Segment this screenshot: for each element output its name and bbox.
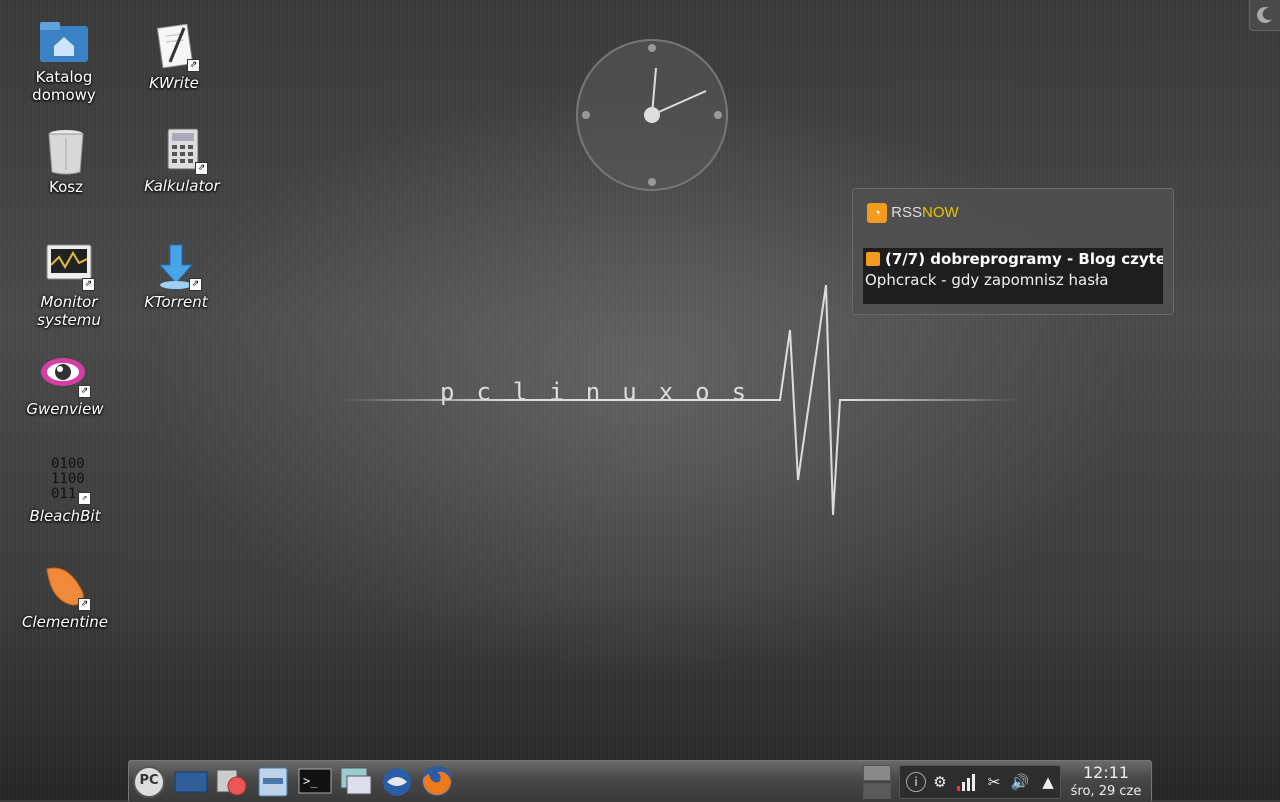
desktop-toolbox-button[interactable] <box>1249 0 1280 31</box>
terminal-icon: >_ <box>298 768 332 794</box>
desktop-icon-ktorrent[interactable]: ⇗ KTorrent <box>126 243 226 311</box>
taskbar-terminal[interactable]: >_ <box>297 764 333 798</box>
rss-logo-part-a: RSS <box>891 203 923 221</box>
rss-now-widget[interactable]: ◔ RSSNOW (7/7) dobreprogramy - Blog czyt… <box>852 188 1174 315</box>
desktop-icon-kalkulator[interactable]: ⇗ Kalkulator <box>132 127 232 195</box>
clipboard-scissors-icon[interactable]: ✂ <box>984 772 1004 792</box>
package-manager-icon <box>216 769 247 796</box>
rss-item-icon <box>866 252 880 266</box>
expand-tray-arrow-icon[interactable]: ▲ <box>1038 772 1058 792</box>
kwrite-icon: ⇗ <box>148 23 200 72</box>
folder-home-icon <box>38 18 90 66</box>
wallpaper-logo-text: pclinuxos <box>440 378 768 406</box>
toolbox-icon <box>1257 6 1272 23</box>
taskbar: PC >_ i ⚙ ✂ 🔊 ▲ 12:11 śro, 29 cze <box>128 760 1152 801</box>
rss-now-logo: ◔ RSSNOW <box>867 203 959 223</box>
info-icon[interactable]: i <box>906 772 926 792</box>
desktop-icon-system-monitor[interactable]: ⇗ Monitor systemu <box>19 243 119 329</box>
desktop-icon-label: Monitor systemu <box>37 293 101 329</box>
shortcut-arrow-icon: ⇗ <box>195 162 208 175</box>
wallpaper-logo: pclinuxos <box>340 284 1020 516</box>
calculator-icon: ⇗ <box>156 127 208 175</box>
rss-feed-title[interactable]: (7/7) dobreprogramy - Blog czyteln <box>885 250 1163 268</box>
clock-time: 12:11 <box>1082 763 1130 782</box>
network-signal-icon[interactable] <box>956 772 976 792</box>
desktop-icon-label: KWrite <box>149 74 199 92</box>
system-monitor-icon: ⇗ <box>43 243 95 291</box>
binary-line: 1100 <box>51 471 85 487</box>
shortcut-arrow-icon: ⇗ <box>78 598 91 611</box>
launcher-label: PC <box>139 773 159 788</box>
gwenview-eye-icon: ⇗ <box>39 350 91 398</box>
bleachbit-icon: 0100 1100 011 ⇗ <box>39 457 91 505</box>
desktop-icon-trash[interactable]: Kosz <box>16 128 116 196</box>
shortcut-arrow-icon: ⇗ <box>187 59 200 72</box>
desktop-icon-label: Katalog domowy <box>32 68 96 104</box>
remote-desktop-icon <box>340 767 372 795</box>
desktop-icon-label: Gwenview <box>26 400 104 418</box>
shortcut-arrow-icon: ⇗ <box>82 278 95 291</box>
virtual-desktop-pager[interactable] <box>863 765 891 799</box>
desktop-icon-label: Kalkulator <box>144 177 220 195</box>
taskbar-package-manager[interactable] <box>213 764 249 798</box>
desktop-icon-label: Clementine <box>21 613 108 631</box>
firefox-icon <box>422 766 452 796</box>
digital-clock[interactable]: 12:11 śro, 29 cze <box>1064 763 1148 800</box>
desktop-icon-label: Kosz <box>49 178 83 196</box>
taskbar-show-desktop[interactable] <box>173 764 209 798</box>
update-notifier-icon[interactable]: ⚙ <box>930 772 950 792</box>
pager-desktop-1[interactable] <box>863 765 891 781</box>
pager-desktop-2[interactable] <box>863 783 891 799</box>
desktop-icon-kwrite[interactable]: ⇗ KWrite <box>124 23 224 92</box>
svg-text:>_: >_ <box>303 774 318 788</box>
desktop-icon-home[interactable]: Katalog domowy <box>14 18 114 104</box>
binary-line: 0100 <box>51 456 85 472</box>
desktop-icon-label: KTorrent <box>144 293 208 311</box>
analog-clock[interactable] <box>575 38 729 192</box>
clementine-icon: ⇗ <box>39 563 91 611</box>
taskbar-thunderbird[interactable] <box>379 764 415 798</box>
desktop-icon-gwenview[interactable]: ⇗ Gwenview <box>15 350 115 418</box>
taskbar-firefox[interactable] <box>419 764 455 798</box>
file-manager-icon <box>258 767 288 797</box>
rss-feed-item[interactable]: Ophcrack - gdy zapomnisz hasła <box>865 271 1109 289</box>
trash-icon <box>40 128 92 176</box>
volume-icon[interactable]: 🔊 <box>1010 772 1030 792</box>
clock-date: śro, 29 cze <box>1070 784 1142 799</box>
taskbar-file-manager[interactable] <box>255 764 291 798</box>
desktop-icon-label: BleachBit <box>29 507 101 525</box>
system-tray: i ⚙ ✂ 🔊 ▲ <box>899 765 1061 799</box>
desktop-icon <box>174 771 208 793</box>
ktorrent-icon: ⇗ <box>150 243 202 291</box>
taskbar-remote-desktop[interactable] <box>337 764 373 798</box>
application-launcher-button[interactable]: PC <box>131 764 167 798</box>
thunderbird-icon <box>383 768 411 796</box>
rss-logo-part-b: NOW <box>922 203 959 221</box>
rss-feed-box[interactable]: (7/7) dobreprogramy - Blog czyteln Ophcr… <box>863 248 1163 304</box>
desktop-icon-clementine[interactable]: ⇗ Clementine <box>15 563 115 631</box>
shortcut-arrow-icon: ⇗ <box>78 492 91 505</box>
shortcut-arrow-icon: ⇗ <box>189 278 202 291</box>
desktop-icon-bleachbit[interactable]: 0100 1100 011 ⇗ BleachBit <box>15 457 115 526</box>
shortcut-arrow-icon: ⇗ <box>78 385 91 398</box>
rss-feed-icon: ◔ <box>867 203 887 223</box>
